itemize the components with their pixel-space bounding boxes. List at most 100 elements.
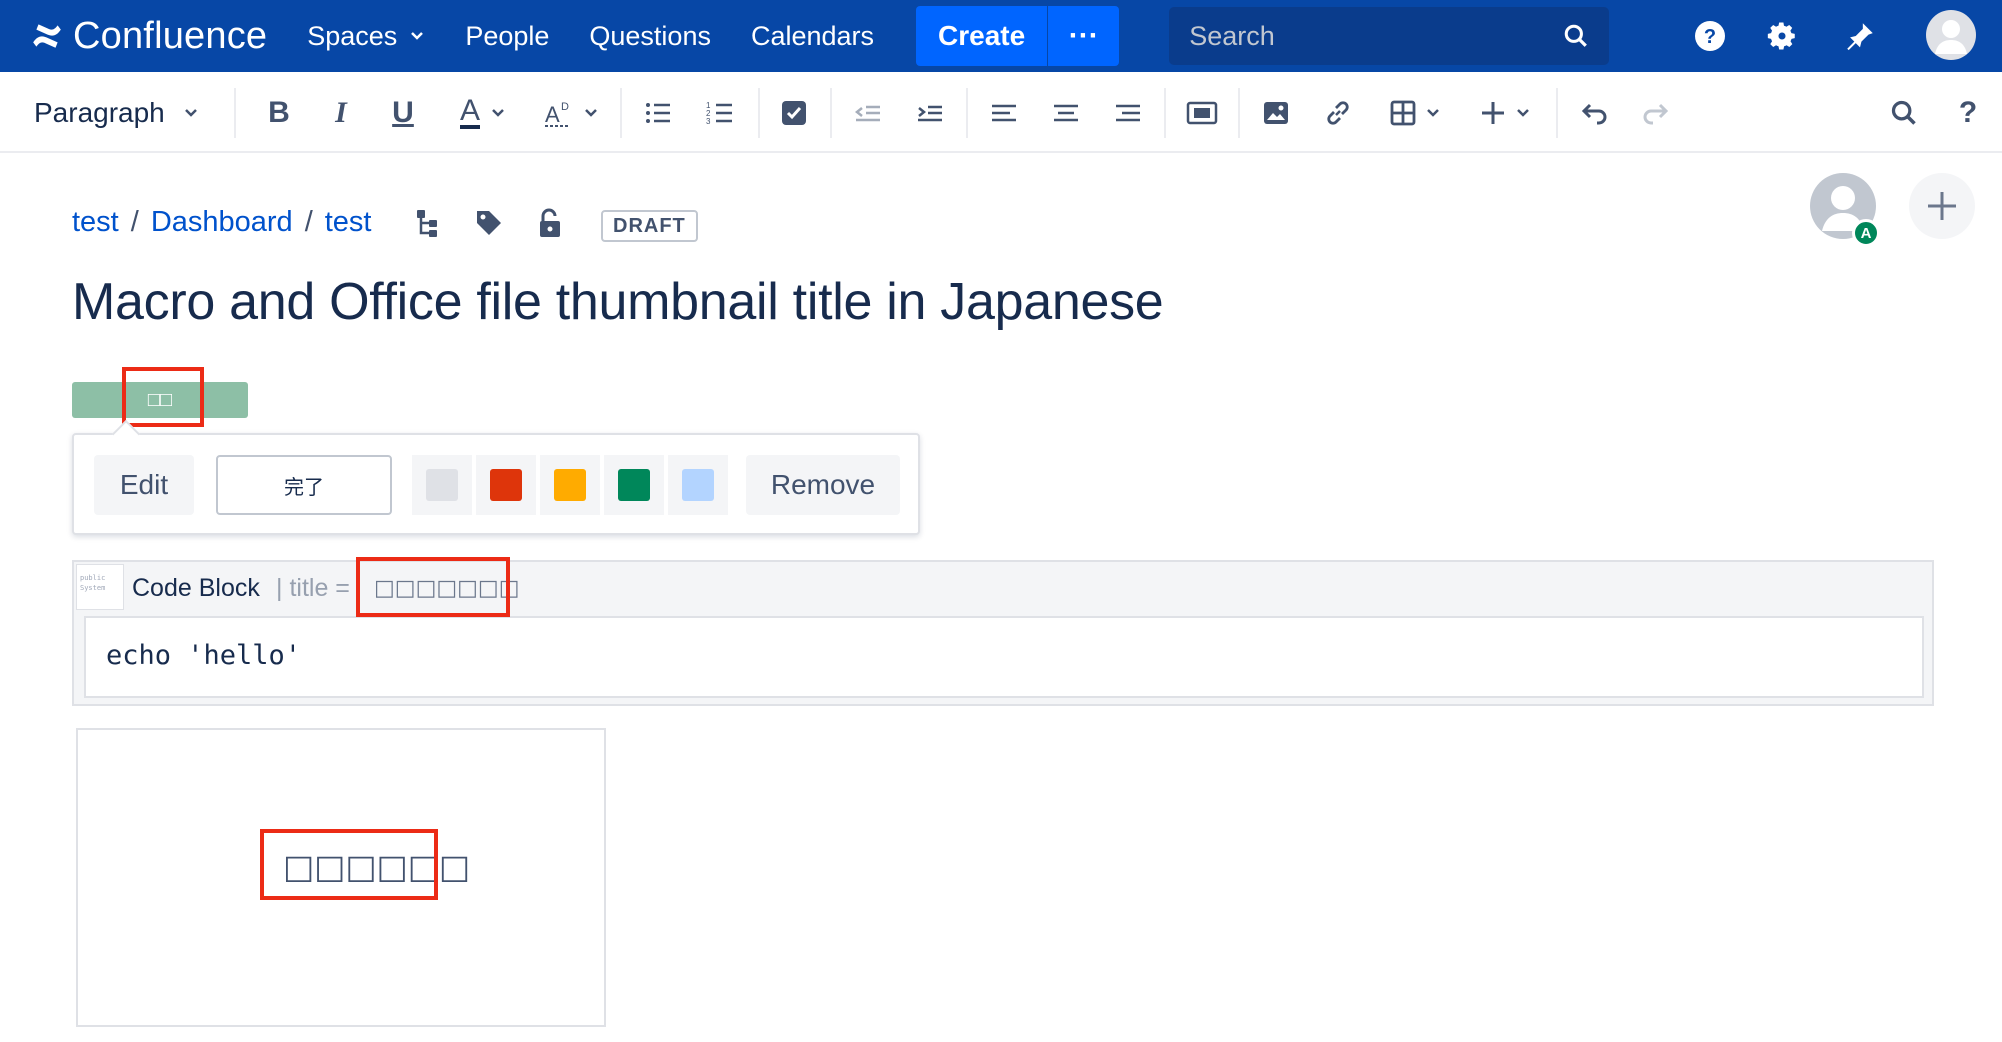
toolbar-divider (758, 88, 760, 138)
color-swatch (490, 469, 522, 501)
search-icon (1891, 100, 1916, 125)
search-icon (1564, 24, 1588, 47)
annotation-highlight-box (122, 367, 204, 427)
create-more-button[interactable]: ··· (1047, 6, 1120, 66)
confluence-logo[interactable]: Confluence (30, 15, 267, 58)
link-icon (1327, 100, 1349, 125)
bullet-list-icon (646, 102, 670, 123)
status-edit-button[interactable]: Edit (94, 455, 194, 515)
insert-more-button[interactable] (1470, 72, 1540, 153)
status-color-blue[interactable] (668, 455, 728, 515)
editor-help-button[interactable]: ? (1946, 72, 1990, 153)
breadcrumb-page[interactable]: test (325, 206, 372, 239)
indent-button[interactable] (908, 72, 952, 153)
undo-button[interactable] (1572, 72, 1616, 153)
collaborator-initial-badge: A (1852, 219, 1880, 247)
paragraph-style-label: Paragraph (34, 96, 165, 128)
status-edit-popup: Edit Remove (72, 433, 920, 535)
paragraph-style-select[interactable]: Paragraph (34, 72, 199, 153)
color-swatch (426, 469, 458, 501)
toolbar-divider (1556, 88, 1558, 138)
page-tree-icon[interactable] (411, 206, 445, 240)
text-style-button[interactable]: AD (536, 72, 606, 153)
nav-people[interactable]: People (465, 21, 549, 52)
plus-icon (1482, 101, 1504, 124)
code-macro-param-label: | title = (276, 574, 350, 602)
text-color-icon: A (459, 93, 480, 129)
status-color-yellow[interactable] (540, 455, 600, 515)
align-left-icon (992, 104, 1016, 121)
labels-icon[interactable] (472, 206, 506, 240)
status-remove-button[interactable]: Remove (746, 455, 900, 515)
settings-icon[interactable] (1760, 14, 1804, 58)
status-color-grey[interactable] (412, 455, 472, 515)
chevron-down-icon (1517, 108, 1529, 117)
create-button[interactable]: Create (916, 6, 1048, 66)
align-center-button[interactable] (1044, 72, 1088, 153)
color-swatch (554, 469, 586, 501)
bold-button[interactable]: B (254, 72, 304, 153)
nav-spaces-label: Spaces (307, 20, 398, 51)
underline-button[interactable]: U (378, 72, 428, 153)
breadcrumb-separator: / (304, 206, 313, 238)
svg-text:D: D (561, 101, 569, 113)
nav-people-label: People (465, 20, 550, 51)
search-input[interactable] (1189, 20, 1550, 52)
chevron-down-icon (585, 108, 597, 117)
numbered-list-icon: 123 (706, 101, 732, 126)
nav-questions[interactable]: Questions (589, 21, 711, 52)
svg-text:?: ? (1704, 26, 1716, 48)
nav-questions-label: Questions (589, 20, 711, 51)
nav-spaces[interactable]: Spaces (307, 21, 425, 52)
toolbar-divider (1164, 88, 1166, 138)
top-navigation-bar: Confluence Spaces People Questions Calen… (0, 0, 2002, 72)
page-layout-icon (1186, 101, 1218, 124)
code-content: echo 'hello' (106, 640, 302, 671)
redo-icon (1643, 103, 1669, 124)
task-list-button[interactable] (772, 72, 816, 153)
page-title[interactable]: Macro and Office file thumbnail title in… (72, 272, 1164, 332)
insert-link-button[interactable] (1316, 72, 1360, 153)
align-left-button[interactable] (982, 72, 1026, 153)
profile-avatar[interactable] (1926, 10, 1976, 60)
status-color-red[interactable] (476, 455, 536, 515)
unlocked-restrictions-icon[interactable] (533, 206, 567, 240)
help-icon: ? (1958, 95, 1978, 129)
chevron-down-icon (184, 108, 197, 117)
insert-image-button[interactable] (1254, 72, 1298, 153)
redo-button[interactable] (1634, 72, 1678, 153)
status-color-green[interactable] (604, 455, 664, 515)
outdent-icon (854, 105, 880, 121)
invite-collaborator-button[interactable] (1909, 173, 1975, 239)
notifications-icon[interactable] (1838, 14, 1882, 58)
search-box[interactable] (1169, 7, 1610, 65)
confluence-logo-icon (33, 24, 61, 48)
toolbar-divider (1238, 88, 1240, 138)
help-icon[interactable]: ? (1688, 14, 1732, 58)
align-right-button[interactable] (1106, 72, 1150, 153)
page-layout-button[interactable] (1180, 72, 1224, 153)
annotation-highlight-box (356, 557, 510, 617)
bullet-list-button[interactable] (636, 72, 680, 153)
code-block-macro[interactable]: public System Code Block | title = □□□□□… (72, 560, 1934, 706)
color-swatch (618, 469, 650, 501)
nav-calendars-label: Calendars (750, 20, 875, 51)
breadcrumb: test / Dashboard / test (72, 206, 372, 239)
code-macro-icon: public System (76, 564, 124, 610)
code-block-body[interactable]: echo 'hello' (84, 616, 1924, 698)
chevron-down-icon (411, 32, 424, 40)
status-text-input[interactable] (216, 455, 392, 515)
user-avatar-icon (1935, 20, 1967, 54)
plus-icon (1928, 192, 1956, 220)
outdent-button[interactable] (846, 72, 890, 153)
find-replace-button[interactable] (1882, 72, 1926, 153)
editor-toolbar: Paragraph B I U A AD 123 ? (0, 72, 2002, 153)
breadcrumb-dashboard[interactable]: Dashboard (151, 206, 293, 239)
insert-table-button[interactable] (1380, 72, 1450, 153)
text-style-icon: AD (545, 101, 569, 127)
breadcrumb-space[interactable]: test (72, 206, 119, 239)
numbered-list-button[interactable]: 123 (698, 72, 742, 153)
text-color-button[interactable]: A (448, 72, 518, 153)
nav-calendars[interactable]: Calendars (751, 21, 874, 52)
italic-button[interactable]: I (316, 72, 366, 153)
